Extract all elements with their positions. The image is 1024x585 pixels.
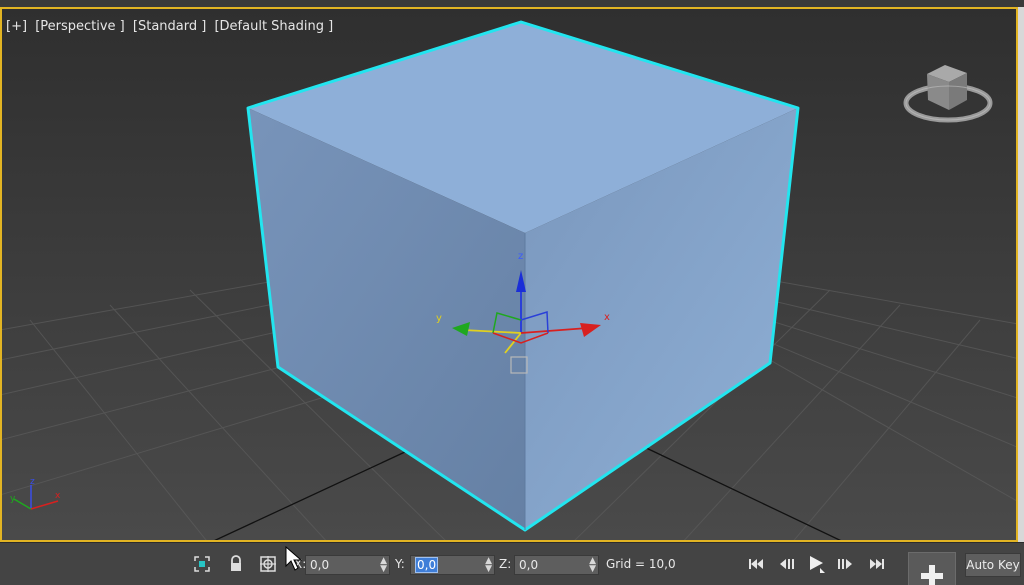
set-key-button[interactable] bbox=[908, 552, 956, 585]
absolute-mode-transform-icon[interactable] bbox=[257, 553, 279, 575]
next-frame-icon[interactable] bbox=[834, 553, 856, 575]
corner-axis-tripod: z x y bbox=[10, 477, 61, 510]
mouse-cursor-icon bbox=[285, 546, 303, 571]
grid-size-readout: Grid = 10,0 bbox=[606, 557, 676, 571]
status-bar: X: 0,0 ▲ ▼ Y: 0,0 ▲ ▼ Z: 0,0 ▲ ▼ Grid = 10,… bbox=[0, 542, 1024, 585]
go-to-start-icon[interactable] bbox=[745, 553, 767, 575]
y-coord-value: 0,0 bbox=[415, 557, 439, 573]
play-animation-icon[interactable] bbox=[806, 553, 828, 575]
go-to-end-icon[interactable] bbox=[866, 553, 888, 575]
gizmo-z-label: z bbox=[518, 251, 523, 262]
corner-x-label: x bbox=[55, 491, 61, 501]
x-coord-field[interactable]: 0,0 ▲ ▼ bbox=[305, 555, 390, 575]
z-spinner-icon[interactable]: ▲ ▼ bbox=[589, 557, 596, 574]
world-axis-line bbox=[639, 444, 842, 540]
title-strip bbox=[0, 0, 1024, 7]
x-coord-value: 0,0 bbox=[310, 558, 330, 572]
corner-z-label: z bbox=[30, 477, 35, 487]
y-coord-field[interactable]: 0,0 ▲ ▼ bbox=[410, 555, 495, 575]
auto-key-button[interactable]: Auto Key bbox=[965, 553, 1021, 577]
y-coord-label: Y: bbox=[395, 557, 405, 571]
previous-frame-icon[interactable] bbox=[776, 553, 798, 575]
gizmo-x-label: x bbox=[604, 312, 610, 323]
lock-selection-icon[interactable] bbox=[225, 553, 247, 575]
isolate-selection-icon[interactable] bbox=[191, 553, 213, 575]
z-coord-value: 0,0 bbox=[519, 558, 539, 572]
perspective-viewport[interactable]: [+] [Perspective ] [Standard ] [Default … bbox=[0, 7, 1018, 542]
selected-box[interactable] bbox=[246, 20, 800, 532]
world-axis-line bbox=[214, 444, 421, 540]
viewcube[interactable] bbox=[903, 65, 993, 123]
corner-y-label: y bbox=[10, 494, 16, 504]
scene-canvas: z y x z x y bbox=[2, 20, 1016, 540]
right-panel-edge bbox=[1018, 7, 1024, 542]
x-spinner-icon[interactable]: ▲ ▼ bbox=[380, 557, 387, 574]
y-spinner-icon[interactable]: ▲ ▼ bbox=[485, 557, 492, 574]
z-coord-label: Z: bbox=[499, 557, 512, 571]
gizmo-y-label: y bbox=[436, 313, 442, 324]
z-coord-field[interactable]: 0,0 ▲ ▼ bbox=[514, 555, 599, 575]
key-plus-icon bbox=[921, 565, 943, 585]
